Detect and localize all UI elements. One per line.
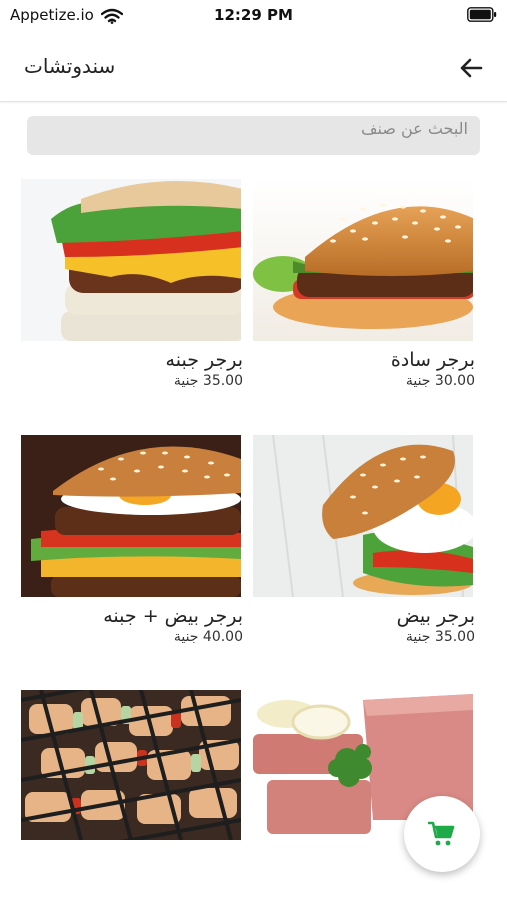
product-card[interactable] bbox=[21, 690, 247, 848]
product-name: برجر سادة bbox=[390, 349, 475, 371]
product-price: 40.00 جنية bbox=[173, 629, 243, 645]
product-name: برجر جبنه bbox=[165, 349, 243, 371]
product-name: برجر بيض bbox=[396, 605, 475, 627]
cart-button[interactable] bbox=[404, 796, 480, 872]
cheese-burger-image bbox=[21, 179, 241, 341]
egg-cheese-burger-image bbox=[21, 435, 241, 597]
product-name: برجر بيض + جبنه bbox=[103, 605, 243, 627]
plain-burger-image bbox=[253, 179, 473, 341]
cart-icon bbox=[428, 821, 455, 846]
product-card[interactable]: برجر بيض + جبنه 40.00 جنية bbox=[21, 435, 247, 645]
product-card[interactable]: برجر سادة 30.00 جنية bbox=[253, 179, 479, 389]
egg-burger-image bbox=[253, 435, 473, 597]
product-card[interactable]: برجر جبنه 35.00 جنية bbox=[21, 179, 247, 389]
product-price: 35.00 جنية bbox=[173, 373, 243, 389]
product-price: 30.00 جنية bbox=[405, 373, 475, 389]
grilled-kebab-image bbox=[21, 690, 241, 840]
product-grid: برجر سادة 30.00 جنية برجر جبنه 35.00 جني… bbox=[0, 0, 507, 900]
product-price: 35.00 جنية bbox=[405, 629, 475, 645]
product-card[interactable]: برجر بيض 35.00 جنية bbox=[253, 435, 479, 645]
